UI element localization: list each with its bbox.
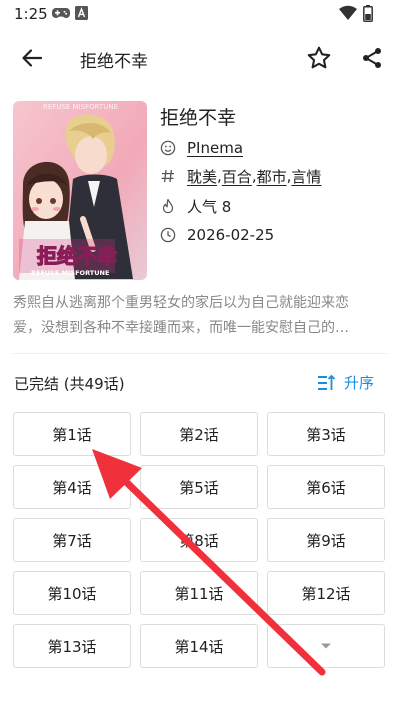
chapter-button[interactable]: 第8话 xyxy=(140,518,258,562)
cover-logo-text: 拒绝不幸 xyxy=(37,244,117,268)
sort-order-button[interactable]: 升序 xyxy=(316,372,374,393)
favorite-button[interactable] xyxy=(299,38,339,78)
comic-title: 拒绝不幸 xyxy=(160,107,237,129)
popularity-text: 人气 8 xyxy=(187,197,232,216)
cover-logo-subtitle: REFUSE MISFORTUNE xyxy=(31,269,109,277)
description-line: 爱，没想到各种不幸接踵而来，而唯一能安慰自己的… xyxy=(13,320,349,336)
date-row: 2026-02-25 xyxy=(160,224,274,246)
chapter-button[interactable]: 第14话 xyxy=(140,624,258,668)
wifi-icon xyxy=(339,5,357,21)
share-button[interactable] xyxy=(352,38,392,78)
chapter-button[interactable]: 第13话 xyxy=(13,624,131,668)
chapter-button[interactable]: 第4话 xyxy=(13,465,131,509)
chapter-count-label: 已完结 (共49话) xyxy=(14,375,125,393)
chapter-button[interactable]: 第1话 xyxy=(13,412,131,456)
a-badge-icon xyxy=(75,6,88,20)
comic-cover[interactable]: 拒绝不幸 REFUSE MISFORTUNE REFUSE MISFORTUNE xyxy=(13,101,147,280)
share-icon xyxy=(363,48,381,68)
tag-link[interactable]: 都市 xyxy=(257,166,287,187)
flame-icon xyxy=(160,198,176,214)
chapter-button[interactable]: 第3话 xyxy=(267,412,385,456)
back-arrow-icon xyxy=(22,49,43,67)
status-time: 1:25 xyxy=(14,5,48,23)
gamepad-icon xyxy=(52,8,70,18)
battery-icon xyxy=(363,5,373,22)
chapter-button[interactable]: 第10话 xyxy=(13,571,131,615)
back-button[interactable] xyxy=(12,38,52,78)
chapter-button[interactable]: 第5话 xyxy=(140,465,258,509)
divider xyxy=(13,353,387,354)
chevron-down-icon xyxy=(321,643,331,649)
tag-link[interactable]: 耽美 xyxy=(187,166,217,187)
status-bar: 1:25 xyxy=(0,0,400,28)
tag-link[interactable]: 百合 xyxy=(222,166,252,187)
hash-icon xyxy=(160,168,176,184)
cover-artwork: 拒绝不幸 REFUSE MISFORTUNE REFUSE MISFORTUNE xyxy=(13,101,147,280)
sort-ascending-icon xyxy=(318,374,336,390)
chapter-button[interactable]: 第12话 xyxy=(267,571,385,615)
author-link[interactable]: PInema xyxy=(187,139,243,157)
chapter-grid: 第1话 第2话 第3话 第4话 第5话 第6话 第7话 第8话 第9话 第10话… xyxy=(13,412,387,668)
tags-row: 耽美, 百合, 都市, 言情 xyxy=(160,165,321,187)
popularity-row: 人气 8 xyxy=(160,195,231,217)
chapter-button[interactable]: 第7话 xyxy=(13,518,131,562)
star-outline-icon xyxy=(307,46,331,69)
clock-icon xyxy=(160,227,176,243)
chapter-button[interactable]: 第11话 xyxy=(140,571,258,615)
sort-label: 升序 xyxy=(344,374,375,392)
tag-link[interactable]: 言情 xyxy=(291,166,321,187)
chapter-button[interactable]: 第2话 xyxy=(140,412,258,456)
chapter-button[interactable]: 第9话 xyxy=(267,518,385,562)
page-title: 拒绝不幸 xyxy=(80,52,148,72)
smiley-icon xyxy=(160,140,176,156)
chapter-button[interactable]: 第6话 xyxy=(267,465,385,509)
author-row: PInema xyxy=(160,137,243,159)
app-bar: 拒绝不幸 xyxy=(0,28,400,88)
expand-chapters-button[interactable] xyxy=(267,624,385,668)
comic-description[interactable]: 秀熙自从逃离那个重男轻女的家后以为自己就能迎来恋 爱，没想到各种不幸接踵而来，而… xyxy=(13,291,387,341)
cover-top-text: REFUSE MISFORTUNE xyxy=(43,103,118,111)
description-line: 秀熙自从逃离那个重男轻女的家后以为自己就能迎来恋 xyxy=(13,295,349,311)
update-date: 2026-02-25 xyxy=(187,226,275,244)
